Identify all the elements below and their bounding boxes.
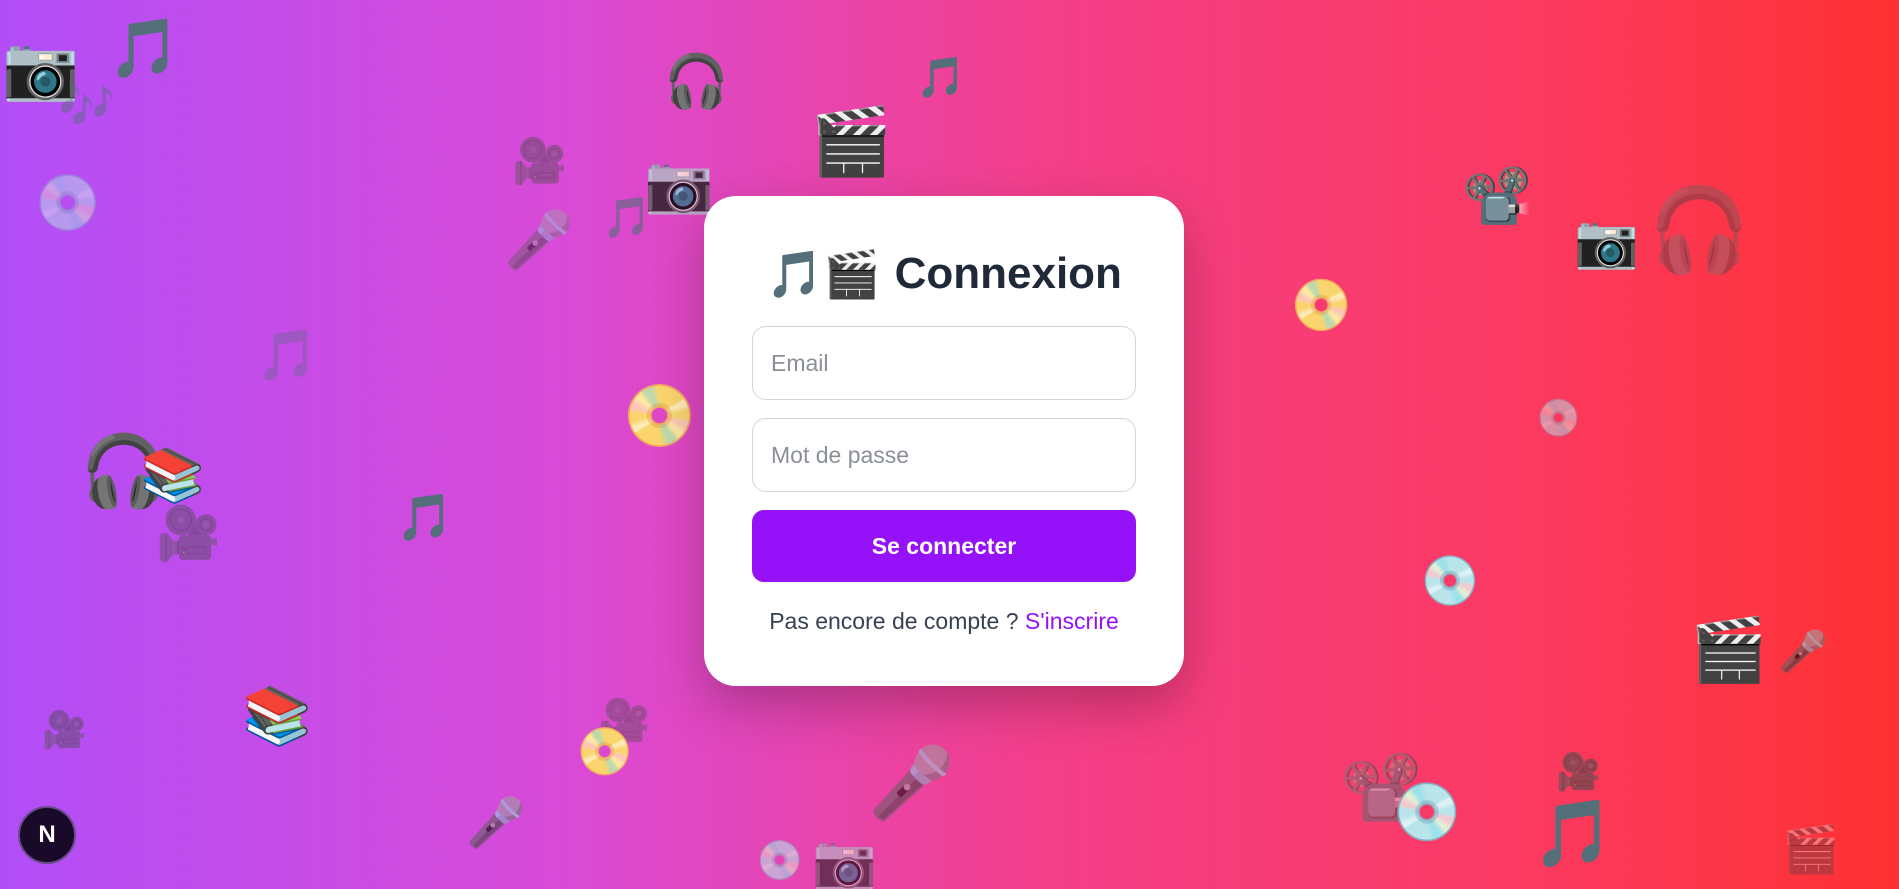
dev-indicator-button[interactable]: N	[18, 806, 76, 864]
page-title: Connexion	[894, 249, 1122, 298]
music-note-icon: 🎶	[58, 79, 116, 131]
signup-prompt-text: Pas encore de compte ?	[769, 608, 1025, 634]
clapperboard-icon: 🎬	[810, 104, 893, 178]
clapperboard-icon: 🎬	[1782, 823, 1840, 875]
camera-icon: 📷	[644, 152, 714, 215]
books-icon: 📚	[140, 447, 205, 505]
signup-prompt: Pas encore de compte ? S'inscrire	[752, 608, 1136, 635]
clapperboard-icon: 🎬	[1690, 616, 1768, 685]
microphone-icon: 🎤	[1778, 630, 1828, 674]
music-note-icon: 🎵	[916, 56, 966, 100]
cd-icon: 📀	[1290, 277, 1353, 333]
books-icon: 📚	[242, 684, 312, 747]
signup-link[interactable]: S'inscrire	[1025, 608, 1119, 634]
movie-camera-icon: 🎥	[156, 505, 221, 563]
radio-icon: 🎵	[602, 196, 652, 240]
camera-icon: 📷	[1574, 213, 1639, 271]
cd-icon: 💿	[1392, 780, 1462, 843]
microphone-icon: 🎤	[504, 208, 574, 271]
login-button[interactable]: Se connecter	[752, 510, 1136, 582]
cd-icon: 📀	[622, 382, 697, 449]
cd-icon: 💿	[1536, 397, 1581, 438]
password-field[interactable]	[752, 418, 1136, 492]
login-title-row: 🎵🎬 Connexion	[752, 244, 1136, 304]
movie-camera-icon: 🎥	[1556, 751, 1601, 792]
nextjs-logo-icon: N	[38, 821, 56, 848]
radio-icon: 🎵	[108, 16, 181, 81]
radio-icon: 🎵	[256, 327, 319, 383]
music-note-icon: 🎵	[1532, 796, 1615, 870]
login-card: 🎵🎬 Connexion Se connecter Pas encore de …	[704, 196, 1184, 686]
music-clapperboard-icon: 🎵🎬	[766, 247, 881, 300]
cd-icon: 💿	[1420, 555, 1480, 608]
projector-icon: 📽️	[1462, 164, 1532, 227]
movie-camera-icon: 🎥	[42, 709, 87, 750]
headphones-icon: 🎧	[664, 53, 729, 111]
microphone-icon: 🎤	[868, 744, 956, 822]
cd-icon: 📀	[576, 725, 634, 777]
cd-icon: 💿	[756, 840, 804, 882]
music-note-icon: 🎵	[396, 491, 454, 543]
headphones-icon: 🎧	[1648, 185, 1751, 276]
movie-camera-icon: 🎥	[512, 137, 567, 186]
microphone-icon: 🎤	[466, 797, 526, 850]
email-field[interactable]	[752, 326, 1136, 400]
cd-icon: 💿	[34, 173, 102, 233]
camera-icon: 📷	[812, 833, 877, 889]
